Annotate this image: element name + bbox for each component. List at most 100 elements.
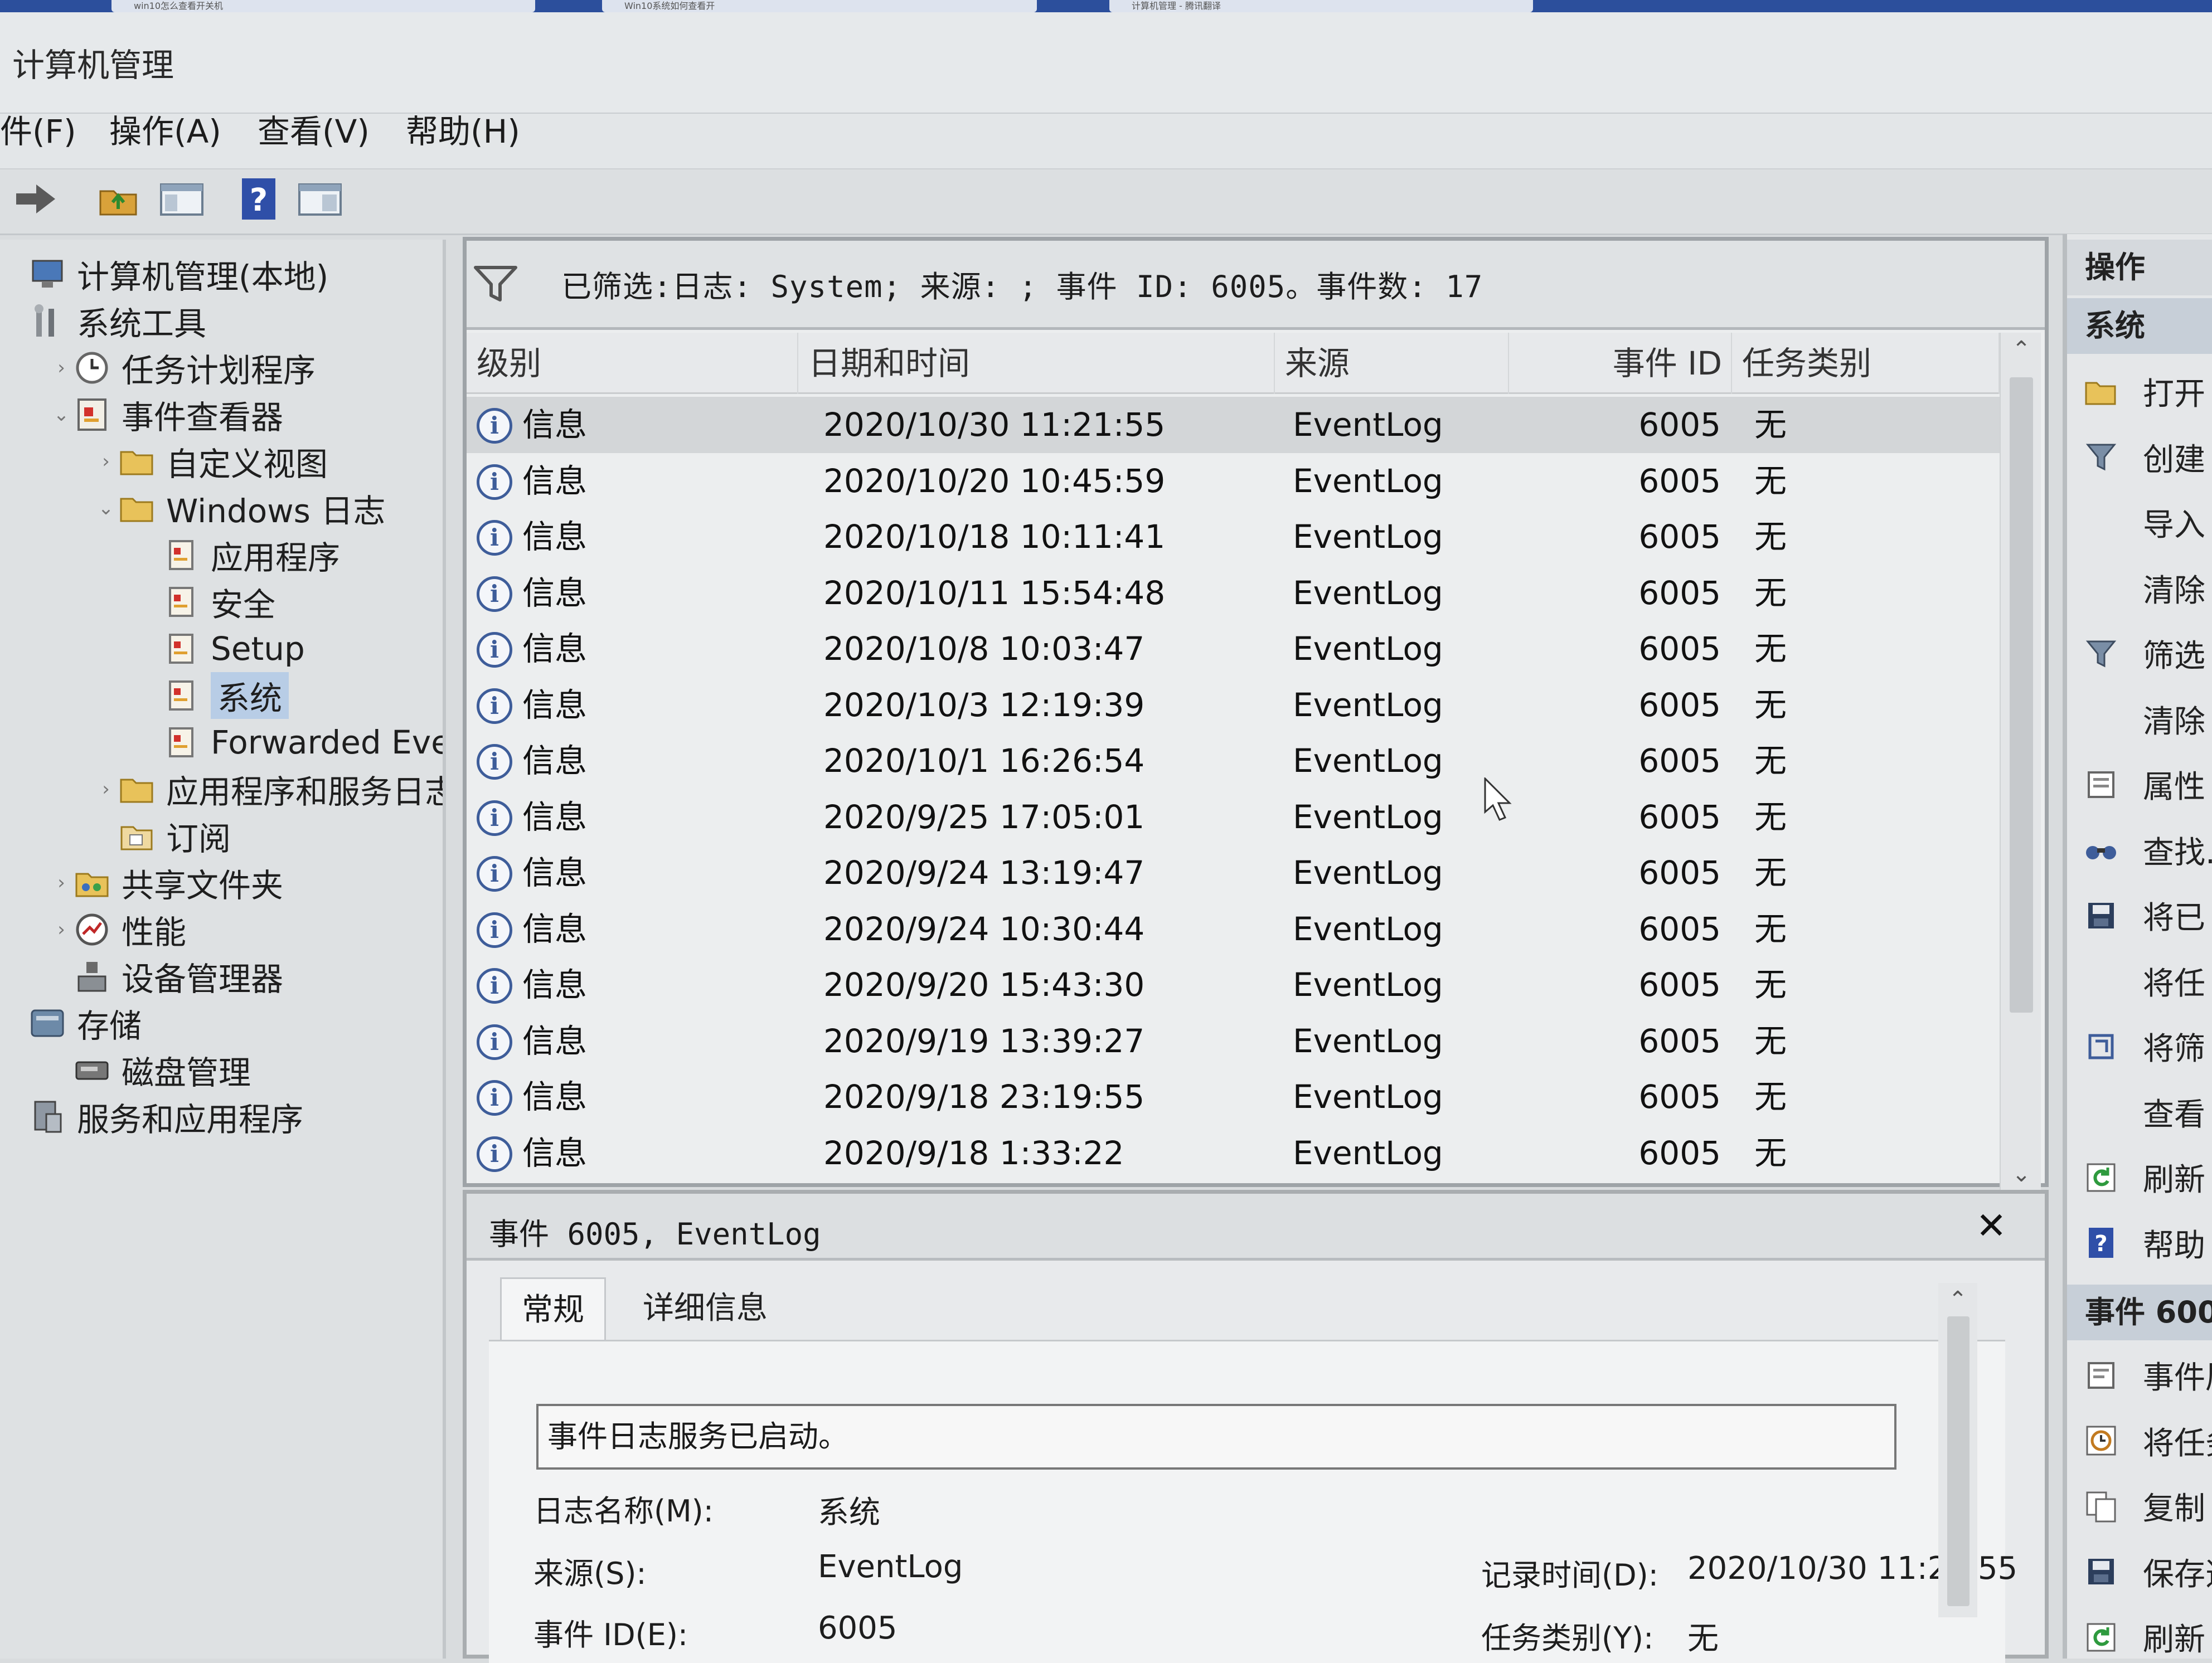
open-folder-icon — [2082, 372, 2121, 411]
scroll-thumb[interactable] — [1947, 1316, 1970, 1606]
action-item[interactable]: 将筛 — [2067, 1014, 2212, 1078]
tree-item[interactable]: › 性能 — [0, 906, 443, 953]
expand-arrow-icon[interactable]: › — [50, 872, 72, 894]
event-id: 6005 — [1638, 910, 1721, 948]
scroll-up-icon[interactable]: ⌃ — [1938, 1283, 1977, 1316]
action-item[interactable]: 将任 — [2067, 949, 2212, 1013]
tree-item[interactable]: › 共享文件夹 — [0, 859, 443, 906]
action-item[interactable]: 查找. — [2067, 818, 2212, 882]
scroll-down-icon[interactable]: ⌄ — [2001, 1158, 2042, 1191]
event-row[interactable]: i 信息 2020/10/11 15:54:48 EventLog 6005 无 — [467, 565, 2000, 621]
actions-section-system[interactable]: 系统 — [2067, 298, 2212, 354]
tree-item[interactable]: 计算机管理(本地) — [0, 251, 443, 298]
event-row[interactable]: i 信息 2020/9/18 23:19:55 EventLog 6005 无 — [467, 1069, 2000, 1125]
actions-section-event[interactable]: 事件 6005 — [2067, 1285, 2212, 1340]
info-icon: i — [477, 1024, 512, 1060]
action-item[interactable]: 导入 — [2067, 490, 2212, 555]
menu-help[interactable]: 帮助(H) — [406, 109, 520, 154]
event-row[interactable]: i 信息 2020/9/24 10:30:44 EventLog 6005 无 — [467, 901, 2000, 957]
expand-arrow-icon[interactable]: › — [95, 450, 117, 473]
action-item[interactable]: 属性 — [2067, 752, 2212, 816]
column-event-id[interactable]: 事件 ID — [1509, 333, 1732, 394]
tree-item[interactable]: 系统 — [0, 672, 443, 719]
tree-item[interactable]: 磁盘管理 — [0, 1047, 443, 1093]
action-item[interactable]: 复制 — [2067, 1474, 2212, 1538]
action-item[interactable]: ? 帮助 — [2067, 1211, 2212, 1275]
event-row[interactable]: i 信息 2020/10/1 16:26:54 EventLog 6005 无 — [467, 733, 2000, 789]
tree-item[interactable]: Forwarded Even — [0, 719, 443, 766]
list-scrollbar[interactable]: ⌃ ⌄ — [2000, 333, 2041, 1191]
column-source[interactable]: 来源 — [1275, 333, 1509, 394]
tree-item[interactable]: 服务和应用程序 — [0, 1093, 443, 1140]
browser-tab[interactable]: 计算机管理 - 腾讯翻译 — [1109, 0, 1533, 12]
action-item[interactable]: 查看 — [2067, 1080, 2212, 1144]
event-row[interactable]: i 信息 2020/10/8 10:03:47 EventLog 6005 无 — [467, 621, 2000, 677]
scroll-thumb[interactable] — [2010, 377, 2033, 1013]
column-level[interactable]: 级别 — [467, 333, 798, 394]
action-item[interactable]: 保存选 — [2067, 1540, 2212, 1604]
action-item[interactable]: 将已 — [2067, 883, 2212, 947]
column-datetime[interactable]: 日期和时间 — [798, 333, 1275, 394]
tree-item[interactable]: › 应用程序和服务日志 — [0, 766, 443, 813]
event-row[interactable]: i 信息 2020/9/18 1:33:22 EventLog 6005 无 — [467, 1125, 2000, 1181]
copy-icon — [2082, 1487, 2121, 1526]
tree-item[interactable]: 安全 — [0, 578, 443, 625]
expand-arrow-icon[interactable]: › — [50, 357, 72, 379]
scroll-up-icon[interactable]: ⌃ — [2001, 333, 2042, 366]
tab-details[interactable]: 详细信息 — [623, 1277, 788, 1340]
event-row[interactable]: i 信息 2020/9/19 13:39:27 EventLog 6005 无 — [467, 1013, 2000, 1069]
tree-item[interactable]: Setup — [0, 625, 443, 672]
tree-item[interactable]: 系统工具 — [0, 298, 443, 344]
tree-item-label: 事件查看器 — [122, 398, 284, 436]
detail-scrollbar[interactable]: ⌃ — [1938, 1283, 1977, 1617]
close-icon[interactable]: ✕ — [1972, 1205, 2011, 1247]
browser-tab[interactable]: win10怎么查看开关机 — [111, 0, 535, 12]
tree-item[interactable]: ⌄ 事件查看器 — [0, 391, 443, 438]
action-item[interactable]: 清除 — [2067, 556, 2212, 620]
up-folder-icon[interactable] — [94, 174, 143, 224]
action-item[interactable]: 创建 — [2067, 425, 2212, 489]
tab-general[interactable]: 常规 — [500, 1277, 606, 1340]
browser-tab[interactable]: Win10系统如何查看开 — [602, 0, 1037, 12]
menu-file[interactable]: 件(F) — [0, 109, 76, 154]
action-label: 筛选 — [2143, 638, 2205, 674]
show-hide-tree-icon[interactable] — [157, 174, 206, 224]
action-item[interactable]: 将任务 — [2067, 1409, 2212, 1473]
action-item[interactable]: 刷新 — [2067, 1605, 2212, 1659]
info-icon: i — [477, 688, 512, 724]
help-icon[interactable]: ? — [234, 174, 283, 224]
event-task-category: 无 — [1754, 1078, 1787, 1116]
action-item[interactable]: 刷新 — [2067, 1145, 2212, 1209]
action-item[interactable]: 事件属 — [2067, 1343, 2212, 1407]
tree-item[interactable]: 订阅 — [0, 813, 443, 859]
blank-icon — [2082, 1092, 2121, 1131]
collapse-arrow-icon[interactable]: ⌄ — [95, 497, 117, 519]
action-label: 帮助 — [2143, 1227, 2205, 1264]
menu-action[interactable]: 操作(A) — [109, 109, 221, 154]
tree-item[interactable]: › 任务计划程序 — [0, 344, 443, 391]
event-row[interactable]: i 信息 2020/9/25 17:05:01 EventLog 6005 无 — [467, 789, 2000, 845]
event-row[interactable]: i 信息 2020/9/20 15:43:30 EventLog 6005 无 — [467, 957, 2000, 1013]
event-row[interactable]: i 信息 2020/10/3 12:19:39 EventLog 6005 无 — [467, 677, 2000, 733]
tree-item[interactable]: ⌄ Windows 日志 — [0, 485, 443, 532]
event-row[interactable]: i 信息 2020/9/24 13:19:47 EventLog 6005 无 — [467, 845, 2000, 901]
menu-view[interactable]: 查看(V) — [258, 109, 370, 154]
event-row[interactable]: i 信息 2020/10/18 10:11:41 EventLog 6005 无 — [467, 509, 2000, 565]
action-item[interactable]: 清除 — [2067, 687, 2212, 751]
tree-item[interactable]: 应用程序 — [0, 532, 443, 578]
logged-label: 记录时间(D): — [1481, 1558, 1658, 1593]
event-row[interactable]: i 信息 2020/10/30 11:21:55 EventLog 6005 无 — [467, 397, 2000, 453]
action-item[interactable]: 筛选 — [2067, 621, 2212, 685]
event-row[interactable]: i 信息 2020/10/20 10:45:59 EventLog 6005 无 — [467, 453, 2000, 509]
expand-arrow-icon[interactable]: › — [95, 778, 117, 800]
action-pane-icon[interactable] — [295, 174, 345, 224]
expand-arrow-icon[interactable]: › — [50, 918, 72, 941]
action-label: 导入 — [2143, 507, 2205, 543]
tree-item[interactable]: 存储 — [0, 1000, 443, 1047]
forward-arrow-icon[interactable] — [11, 174, 60, 224]
collapse-arrow-icon[interactable]: ⌄ — [50, 403, 72, 426]
action-item[interactable]: 打开 — [2067, 359, 2212, 424]
tree-item[interactable]: › 自定义视图 — [0, 438, 443, 485]
tree-item[interactable]: 设备管理器 — [0, 953, 443, 1000]
column-task-category[interactable]: 任务类别 — [1732, 333, 2000, 394]
